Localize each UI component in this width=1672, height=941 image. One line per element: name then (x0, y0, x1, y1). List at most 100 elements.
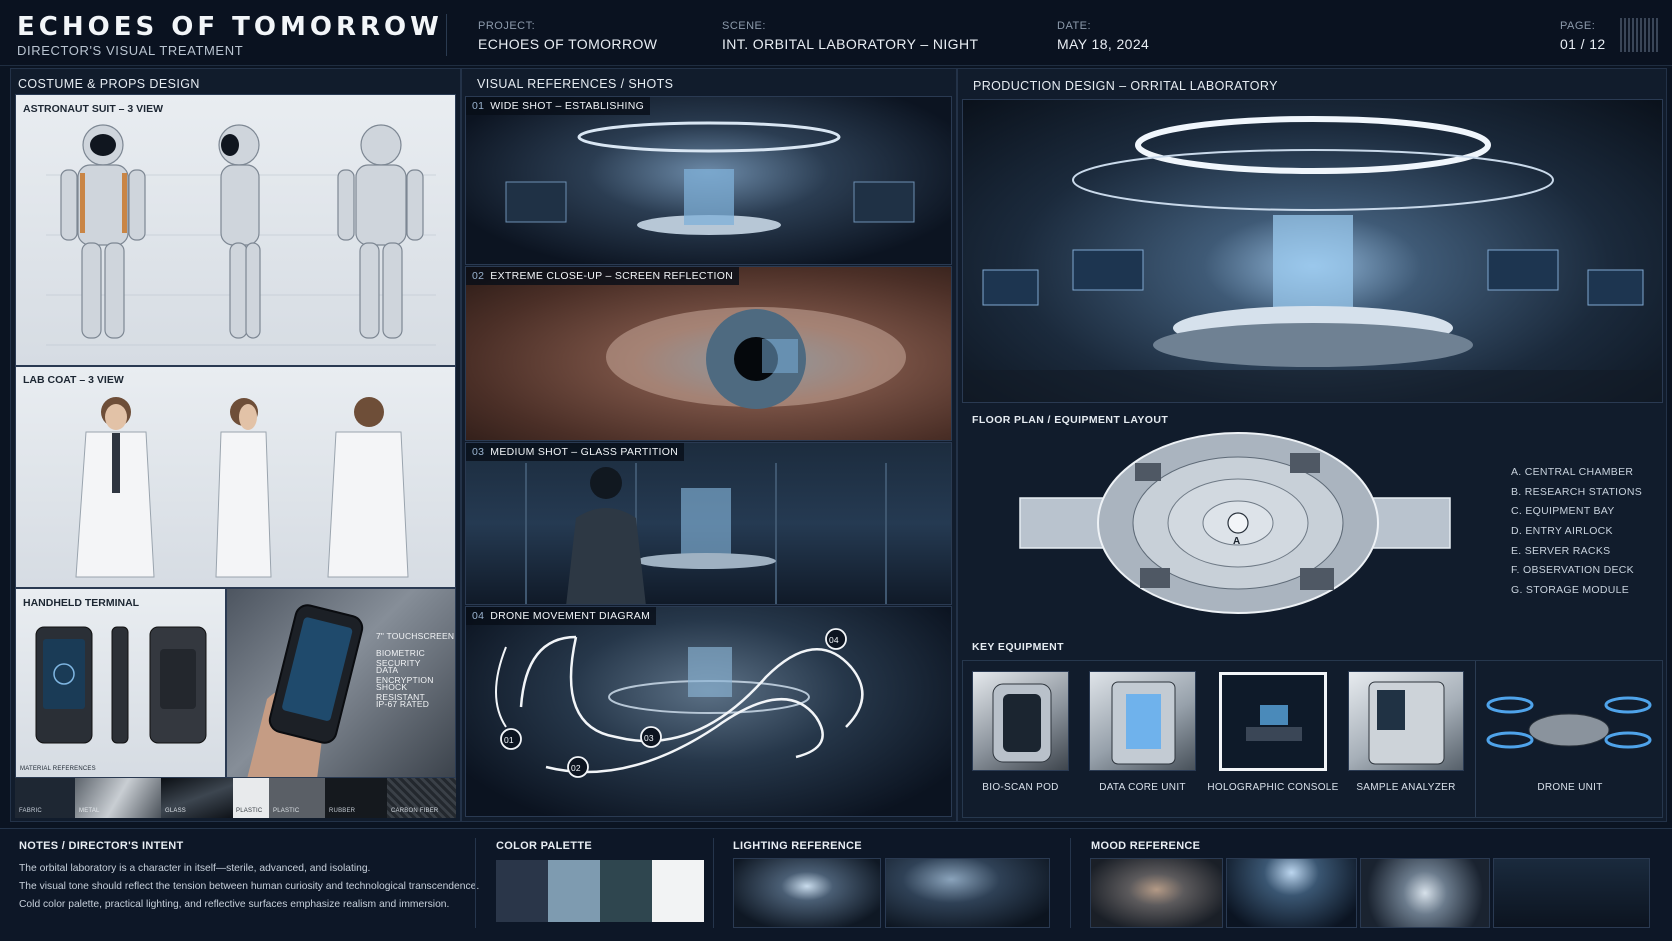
terminal-in-hand-photo: 7" TOUCHSCREEN BIOMETRIC SECURITY DATA E… (226, 588, 456, 778)
shot-01-caption: 01 WIDE SHOT – ESTABLISHING (466, 97, 651, 115)
legend-item-c: C. EQUIPMENT BAY (1511, 505, 1615, 517)
mood-reference-image-1[interactable] (1090, 858, 1223, 928)
legend-item-e: E. SERVER RACKS (1511, 545, 1611, 557)
material-swatch-plastic-grey: PLASTIC (269, 778, 325, 818)
astronaut-suit-sheet: ASTRONAUT SUIT – 3 VIEW (15, 94, 456, 366)
drone-marker-4: 04 (829, 635, 839, 645)
equipment-divider (1475, 661, 1476, 817)
legend-item-f: F. OBSERVATION DECK (1511, 564, 1634, 576)
project-label: PROJECT: (478, 20, 536, 32)
equipment-bio-scan-pod[interactable] (972, 671, 1069, 771)
shot-01-label: WIDE SHOT – ESTABLISHING (490, 100, 645, 112)
palette-swatch-2 (548, 860, 600, 922)
date-label: DATE: (1057, 20, 1092, 32)
header-bar: ECHOES OF TOMORROW DIRECTOR'S VISUAL TRE… (0, 0, 1672, 66)
lab-render-image[interactable] (962, 99, 1663, 403)
equipment-holographic-console[interactable] (1219, 672, 1327, 771)
equipment-label-data-core-unit: DATA CORE UNIT (1099, 782, 1186, 793)
material-swatch-carbon-fiber: CARBON FIBER (387, 778, 456, 818)
equipment-sample-analyzer[interactable] (1348, 671, 1464, 771)
terminal-spec-5: IP-67 RATED (376, 699, 430, 709)
shot-03-partition-shapes (525, 463, 887, 604)
legend-item-a: A. CENTRAL CHAMBER (1511, 466, 1634, 478)
astronaut-suit-figures (46, 124, 436, 346)
shot-01-number: 01 (472, 100, 485, 112)
shot-02-eye-shapes (606, 307, 906, 409)
page-label: PAGE: (1560, 20, 1596, 32)
material-swatch-plastic-white: PLASTIC (233, 778, 269, 818)
lighting-reference-title: LIGHTING REFERENCE (733, 840, 862, 852)
drone-marker-2: 02 (571, 763, 581, 773)
scene-value: INT. ORBITAL LABORATORY – NIGHT (722, 36, 979, 52)
material-swatch-metal: METAL (75, 778, 161, 818)
barcode-icon (1620, 18, 1660, 52)
drone-marker-3: 03 (644, 733, 654, 743)
scene-label: SCENE: (722, 20, 766, 32)
page-subtitle: DIRECTOR'S VISUAL TREATMENT (17, 43, 244, 58)
page-number: 01 / 12 (1560, 36, 1606, 52)
handheld-terminal-sheet: HANDHELD TERMINAL MATERIAL REFERENCES (15, 588, 226, 778)
shot-02-caption: 02 EXTREME CLOSE-UP – SCREEN REFLECTION (466, 267, 740, 285)
shot-02-image[interactable]: 02 EXTREME CLOSE-UP – SCREEN REFLECTION (465, 266, 952, 441)
floorplan-title: FLOOR PLAN / EQUIPMENT LAYOUT (972, 414, 1169, 426)
shot-01-image[interactable]: 01 WIDE SHOT – ESTABLISHING (465, 96, 952, 265)
equipment-label-holographic-console: HOLOGRAPHIC CONSOLE (1207, 782, 1339, 793)
holo-console-shape (1246, 705, 1302, 741)
legend-item-g: G. STORAGE MODULE (1511, 584, 1630, 596)
lab-coat-sheet: LAB COAT – 3 VIEW (15, 366, 456, 588)
shot-02-number: 02 (472, 270, 485, 282)
terminal-spec-1: 7" TOUCHSCREEN (376, 631, 455, 641)
shot-02-label: EXTREME CLOSE-UP – SCREEN REFLECTION (490, 270, 734, 282)
sample-analyzer-shape (1368, 681, 1445, 765)
notes-title: NOTES / DIRECTOR'S INTENT (19, 840, 184, 852)
footer-divider (1070, 838, 1071, 928)
shot-03-number: 03 (472, 446, 485, 458)
palette-swatch-1 (496, 860, 548, 922)
shot-03-caption: 03 MEDIUM SHOT – GLASS PARTITION (466, 443, 685, 461)
date-value: MAY 18, 2024 (1057, 36, 1150, 52)
footer-divider (475, 838, 476, 928)
material-swatch-rubber: RUBBER (325, 778, 387, 818)
material-swatch-glass: GLASS (161, 778, 233, 818)
production-section-title: PRODUCTION DESIGN – ORRITAL LABORATORY (973, 79, 1278, 93)
equipment-drone-unit[interactable] (1480, 680, 1658, 770)
equipment-data-core-unit[interactable] (1089, 671, 1196, 771)
note-line-3: Cold color palette, practical lighting, … (19, 899, 450, 910)
palette-swatch-3 (600, 860, 652, 922)
costume-section-title: COSTUME & PROPS DESIGN (18, 77, 200, 91)
material-references-label: MATERIAL REFERENCES (20, 766, 96, 772)
data-core-shape (1111, 681, 1176, 765)
lighting-reference-image-2[interactable] (885, 858, 1050, 928)
shot-04-image[interactable]: 01 02 03 04 04 DRONE MOVEMENT DIAGRAM (465, 606, 952, 817)
header-divider (446, 14, 447, 56)
shots-section-title: VISUAL REFERENCES / SHOTS (477, 77, 674, 91)
project-value: ECHOES OF TOMORROW (478, 36, 658, 52)
note-line-1: The orbital laboratory is a character in… (19, 863, 371, 874)
equipment-label-bio-scan-pod: BIO-SCAN POD (982, 782, 1059, 793)
material-strip: FABRIC METAL GLASS PLASTIC PLASTIC RUBBE… (15, 778, 456, 818)
lab-render-shapes (963, 116, 1662, 402)
page-title: ECHOES OF TOMORROW (17, 12, 443, 42)
mood-reference-image-3[interactable] (1360, 858, 1490, 928)
equipment-label-drone-unit: DRONE UNIT (1537, 782, 1603, 793)
legend-item-b: B. RESEARCH STATIONS (1511, 486, 1643, 498)
shot-03-image[interactable]: 03 MEDIUM SHOT – GLASS PARTITION (465, 442, 952, 605)
drone-path-diagram (495, 628, 864, 778)
mood-reference-image-4[interactable] (1493, 858, 1650, 928)
legend-item-d: D. ENTRY AIRLOCK (1511, 525, 1613, 537)
shot-01-lab-shapes (505, 121, 915, 235)
palette-swatch-4 (652, 860, 704, 922)
shot-03-label: MEDIUM SHOT – GLASS PARTITION (490, 446, 679, 458)
equipment-label-sample-analyzer: SAMPLE ANALYZER (1356, 782, 1456, 793)
mood-reference-image-2[interactable] (1226, 858, 1357, 928)
mood-reference-title: MOOD REFERENCE (1091, 840, 1201, 852)
shot-04-number: 04 (472, 610, 485, 622)
terminal-device-views (35, 626, 207, 744)
color-palette-title: COLOR PALETTE (496, 840, 592, 852)
footer-divider (713, 838, 714, 928)
key-equipment-title: KEY EQUIPMENT (972, 641, 1064, 653)
lighting-reference-image-1[interactable] (733, 858, 881, 928)
bio-scan-pod-shape (992, 683, 1052, 763)
floor-plan-diagram (1019, 432, 1451, 614)
shot-04-caption: 04 DRONE MOVEMENT DIAGRAM (466, 607, 657, 625)
